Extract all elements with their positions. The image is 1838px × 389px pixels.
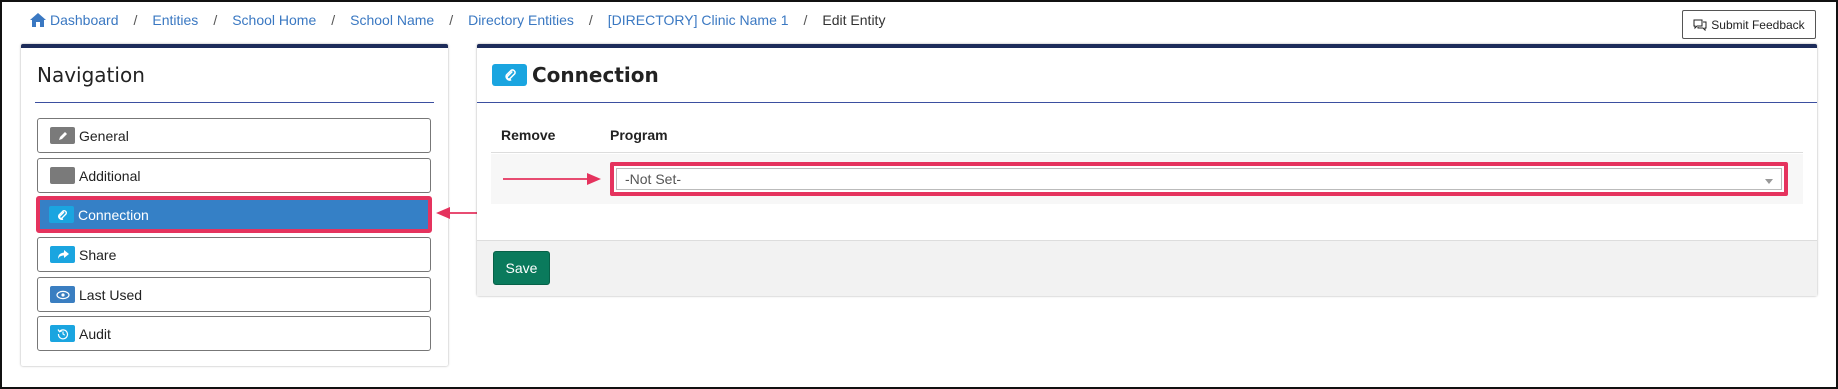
connection-header: Connection xyxy=(492,63,659,87)
program-select-value: -Not Set- xyxy=(625,171,682,187)
breadcrumb-school-home[interactable]: School Home xyxy=(232,12,316,28)
nav-item-audit[interactable]: Audit xyxy=(37,316,431,351)
nav-item-general[interactable]: General xyxy=(37,118,431,153)
chat-icon xyxy=(1693,19,1707,31)
breadcrumb-separator: / xyxy=(213,12,218,28)
navigation-title: Navigation xyxy=(37,63,145,87)
column-header-program: Program xyxy=(610,127,668,143)
program-select-box[interactable]: -Not Set- xyxy=(616,168,1782,190)
breadcrumb-current: Edit Entity xyxy=(822,12,886,28)
nav-item-share[interactable]: Share xyxy=(37,237,431,272)
nav-item-last-used[interactable]: Last Used xyxy=(37,277,431,312)
program-select[interactable]: -Not Set- xyxy=(610,162,1788,196)
breadcrumb-separator: / xyxy=(133,12,138,28)
paperclip-icon xyxy=(49,206,74,223)
eye-icon xyxy=(50,286,75,303)
nav-item-label: Share xyxy=(79,246,117,263)
save-button[interactable]: Save xyxy=(493,251,550,285)
divider xyxy=(477,102,1817,103)
nav-item-label: Connection xyxy=(78,206,149,223)
panel-footer: Save xyxy=(477,240,1817,296)
breadcrumb: Dashboard / Entities / School Home / Sch… xyxy=(30,12,885,28)
breadcrumb-separator: / xyxy=(331,12,336,28)
breadcrumb-school-name[interactable]: School Name xyxy=(350,12,434,28)
pencil-icon xyxy=(50,127,75,144)
connection-title: Connection xyxy=(532,63,659,87)
nav-item-label: Last Used xyxy=(79,286,143,303)
paperclip-icon xyxy=(492,64,527,86)
breadcrumb-entities[interactable]: Entities xyxy=(152,12,198,28)
share-icon xyxy=(50,246,75,263)
connection-panel: Connection Remove Program -Not Set- Save xyxy=(477,44,1817,296)
breadcrumb-dashboard[interactable]: Dashboard xyxy=(50,12,119,28)
nav-item-label: Audit xyxy=(79,325,111,342)
history-icon xyxy=(50,325,75,342)
submit-feedback-label: Submit Feedback xyxy=(1711,17,1805,32)
breadcrumb-clinic[interactable]: [DIRECTORY] Clinic Name 1 xyxy=(608,12,789,28)
divider xyxy=(35,102,434,103)
home-icon xyxy=(30,13,46,27)
nav-item-connection[interactable]: Connection xyxy=(36,196,432,233)
submit-feedback-button[interactable]: Submit Feedback xyxy=(1682,10,1816,39)
caret-down-icon xyxy=(1765,179,1773,184)
breadcrumb-separator: / xyxy=(449,12,454,28)
divider xyxy=(491,152,1803,153)
navigation-panel: Navigation General Additional Connection… xyxy=(21,44,448,366)
breadcrumb-directory-entities[interactable]: Directory Entities xyxy=(468,12,574,28)
breadcrumb-separator: / xyxy=(803,12,808,28)
nav-item-label: General xyxy=(79,127,129,144)
breadcrumb-separator: / xyxy=(588,12,593,28)
annotation-arrow-right xyxy=(503,173,601,185)
nav-item-additional[interactable]: Additional xyxy=(37,158,431,193)
blank-icon xyxy=(50,167,75,184)
nav-item-label: Additional xyxy=(79,167,141,184)
column-header-remove: Remove xyxy=(501,127,556,143)
